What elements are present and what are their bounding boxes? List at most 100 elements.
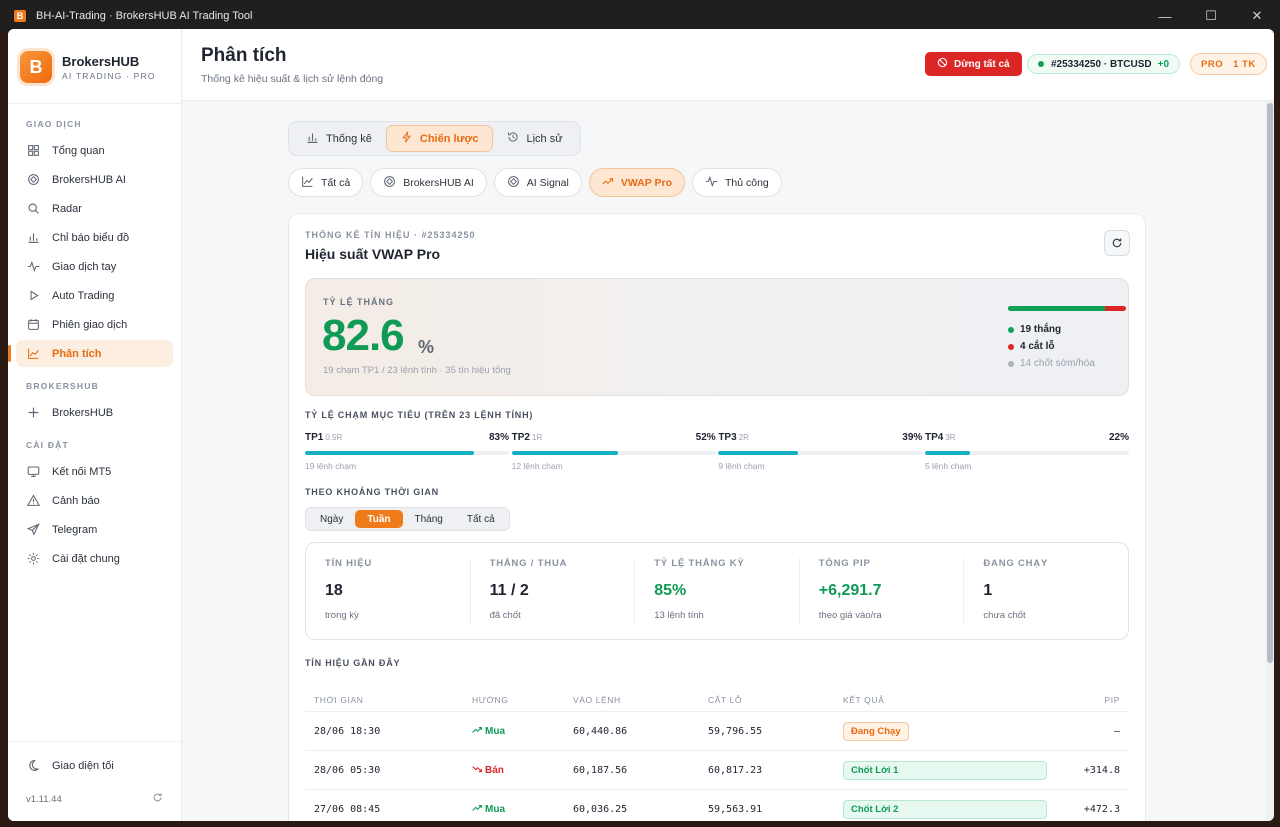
cell-direction: Bán	[472, 765, 573, 776]
target-icon	[507, 175, 520, 191]
table-row[interactable]: 28/06 05:30 Bán 60,187.56 60,817.23 Chốt Lời…	[305, 751, 1129, 790]
stat-ty-le-thang-ky: TỶ LỆ THẮNG KỲ 85% 13 lệnh tính	[635, 558, 800, 624]
sidebar-item-label: Cảnh báo	[52, 494, 100, 507]
stat-sub: chưa chốt	[983, 610, 1026, 621]
period-tab-ngay[interactable]: Ngày	[308, 510, 355, 528]
target-tp2: TP2 1R 52% 12 lệnh chạm	[511, 432, 716, 471]
scrollbar[interactable]	[1266, 101, 1274, 821]
cell-pip: —	[1113, 725, 1120, 737]
target-progress-fill	[305, 451, 475, 455]
sidebar: B BrokersHUB AI TRADING · PRO GIAO DỊCH T…	[8, 29, 182, 821]
stat-sub: 13 lệnh tính	[654, 610, 704, 621]
target-progress	[305, 451, 509, 455]
plan-label: PRO	[1201, 58, 1224, 70]
stop-all-button[interactable]: Dừng tất cả	[925, 52, 1022, 76]
sidebar-item-canh-bao[interactable]: Cảnh báo	[16, 487, 173, 514]
target-count: 12 lệnh chạm	[511, 461, 563, 471]
cell-result: Chốt Lời 2	[843, 799, 1047, 819]
sidebar-item-brokershub[interactable]: BrokersHUB	[16, 399, 173, 426]
target-tp1: TP1 0.5R 83% 19 lệnh chạm	[305, 432, 509, 471]
winrate-bar-fill	[1008, 306, 1106, 311]
sidebar-item-brokershub-ai[interactable]: BrokersHUB AI	[16, 166, 173, 193]
cell-stoploss: 59,563.91	[708, 803, 763, 815]
close-button[interactable]: ✕	[1234, 0, 1280, 32]
tab-thong-ke[interactable]: Thống kê	[292, 125, 386, 152]
table-body: 28/06 18:30 Mua 60,440.86 59,796.55 Đang Chạ…	[305, 712, 1129, 821]
sidebar-item-giao-dich-tay[interactable]: Giao dịch tay	[16, 253, 173, 280]
table-row[interactable]: 28/06 18:30 Mua 60,440.86 59,796.55 Đang Chạ…	[305, 712, 1129, 751]
target-name: TP4 3R	[924, 432, 956, 443]
legend-item: 4 cắt lỗ	[1008, 338, 1095, 355]
period-title: THEO KHOẢNG THỜI GIAN	[305, 487, 439, 497]
pulse-icon	[705, 175, 718, 191]
winrate-legend: 19 thắng 4 cắt lỗ 14 chốt sớm/hòa	[1008, 321, 1095, 372]
target-name: TP3 2R	[718, 432, 749, 443]
sidebar-section-label: CÀI ĐẶT	[26, 440, 69, 450]
period-tab-thang[interactable]: Tháng	[403, 510, 455, 528]
stat-key: TỔNG PIP	[818, 558, 871, 569]
moon-icon	[26, 759, 40, 773]
target-percent: 83%	[488, 432, 509, 443]
trend-up-icon	[472, 726, 482, 737]
filter-thu-cong[interactable]: Thủ công	[691, 168, 782, 197]
cell-direction: Mua	[472, 804, 573, 815]
cell-entry: 60,187.56	[573, 764, 628, 776]
sidebar-item-ket-noi-mt5[interactable]: Kết nối MT5	[16, 458, 173, 485]
scrollbar-thumb[interactable]	[1267, 103, 1273, 663]
tab-label: Lịch sử	[526, 132, 563, 145]
refresh-icon[interactable]	[152, 792, 163, 806]
result-badge: Đang Chạy	[843, 721, 909, 741]
stat-value: +6,291.7	[818, 582, 882, 599]
filter-brokershub-ai[interactable]: BrokersHUB AI	[370, 168, 487, 197]
sidebar-item-label: Auto Trading	[52, 289, 115, 302]
account-delta: +0	[1157, 58, 1170, 70]
sidebar-item-cai-dat-chung[interactable]: Cài đặt chung	[16, 545, 173, 572]
window-titlebar: B BH-AI-Trading · BrokersHUB AI Trading …	[0, 0, 1280, 32]
table-row[interactable]: 27/06 08:45 Mua 60,036.25 59,563.91 Chốt Lời…	[305, 790, 1129, 821]
ban-icon	[937, 57, 948, 71]
sidebar-item-phan-tich[interactable]: Phân tích	[8, 340, 173, 367]
minimize-button[interactable]: —	[1142, 0, 1188, 32]
winrate-label: TỶ LỆ THẮNG	[323, 297, 394, 307]
tab-lich-su[interactable]: Lịch sử	[493, 125, 576, 152]
calendar-icon	[26, 318, 40, 332]
stat-thang-thua: THẮNG / THUA 11 / 2 đã chốt	[471, 558, 636, 624]
sidebar-item-radar[interactable]: Radar	[16, 195, 173, 222]
sidebar-item-telegram[interactable]: Telegram	[16, 516, 173, 543]
sidebar-item-auto-trading[interactable]: Auto Trading	[16, 282, 173, 309]
column-header: KẾT QUẢ	[843, 694, 885, 705]
period-tab-tuan[interactable]: Tuần	[355, 510, 403, 528]
stat-dang-chay: ĐANG CHẠY 1 chưa chốt	[964, 558, 1128, 624]
sidebar-item-tong-quan[interactable]: Tổng quan	[16, 137, 173, 164]
stat-sub: trong kỳ	[325, 610, 359, 621]
app-icon: B	[14, 10, 26, 22]
filter-tat-ca[interactable]: Tất cả	[288, 168, 364, 197]
sidebar-item-label: Chỉ báo biểu đồ	[52, 231, 130, 244]
maximize-button[interactable]: ☐	[1188, 0, 1234, 32]
winrate-unit: %	[418, 337, 435, 357]
stat-key: ĐANG CHẠY	[983, 558, 1049, 569]
recent-title: TÍN HIỆU GẦN ĐÂY	[305, 658, 401, 668]
column-header: HƯỚNG	[472, 694, 509, 705]
cell-entry: 60,440.86	[573, 725, 628, 737]
account-badge[interactable]: #25334250 · BTCUSD +0	[1027, 54, 1181, 74]
brand-logo: B	[20, 51, 52, 83]
tab-chien-luoc[interactable]: Chiến lược	[385, 125, 494, 152]
card-title: Hiệu suất VWAP Pro	[305, 246, 441, 262]
stat-key: TÍN HIỆU	[325, 558, 373, 569]
filter-vwap-pro[interactable]: VWAP Pro	[588, 168, 685, 197]
refresh-button[interactable]	[1104, 230, 1130, 256]
plan-badge[interactable]: PRO 1 TK	[1190, 53, 1267, 75]
send-icon	[26, 523, 40, 537]
window-title: BH-AI-Trading · BrokersHUB AI Trading To…	[36, 10, 253, 22]
target-percent: 22%	[1108, 432, 1129, 443]
stat-value: 85%	[654, 582, 687, 599]
strategy-filters: Tất cả BrokersHUB AI AI Signal VWAP Pro Thủ …	[288, 168, 1146, 197]
sidebar-item-phien-giao-dich[interactable]: Phiên giao dịch	[16, 311, 173, 338]
cell-time: 27/06 08:45	[314, 803, 381, 815]
dark-mode-toggle[interactable]: Giao diện tối	[16, 752, 173, 779]
period-tab-tat-ca[interactable]: Tất cả	[455, 510, 507, 528]
sidebar-item-chi-bao-bieu-do[interactable]: Chỉ báo biểu đồ	[16, 224, 173, 251]
filter-ai-signal[interactable]: AI Signal	[493, 168, 582, 197]
monitor-icon	[26, 465, 40, 479]
